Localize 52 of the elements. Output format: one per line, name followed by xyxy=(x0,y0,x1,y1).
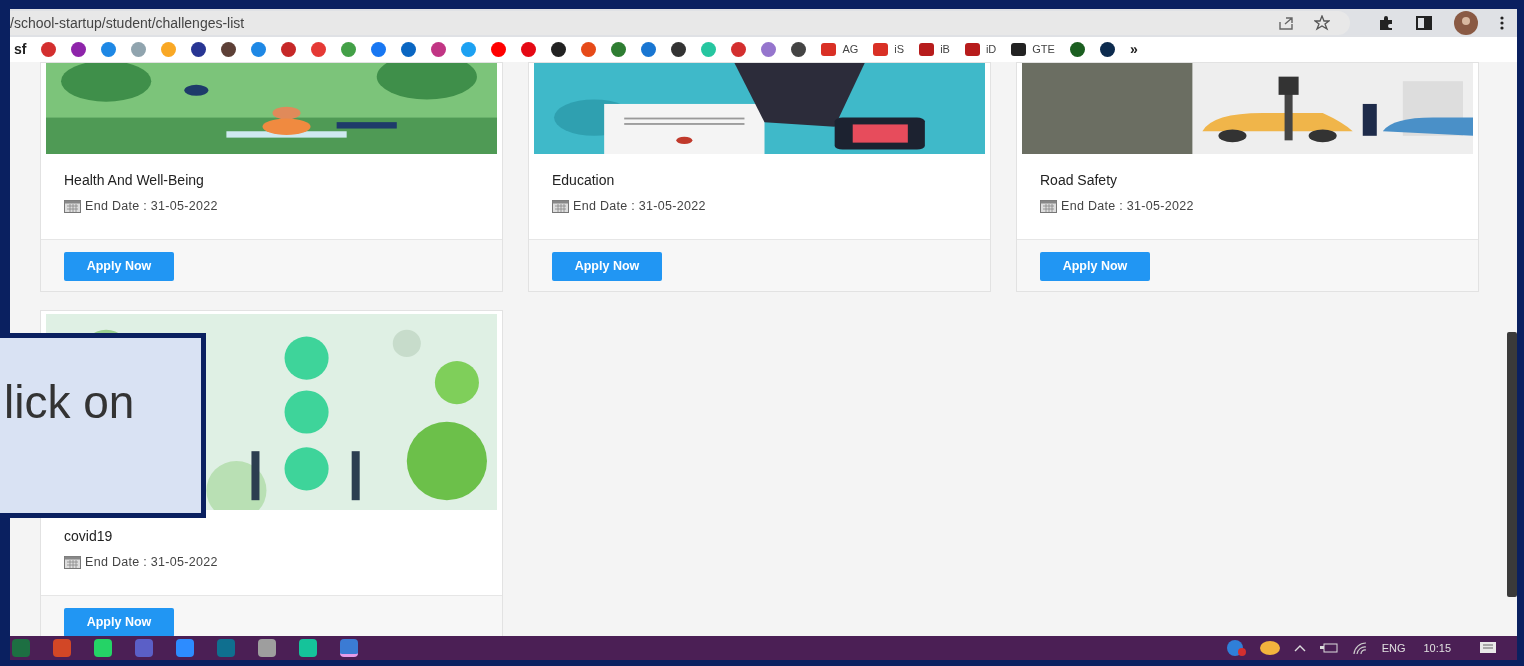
notification-icon[interactable] xyxy=(1479,641,1497,655)
end-date: End Date : 31-05-2022 xyxy=(1061,198,1194,215)
battery-icon[interactable] xyxy=(1319,643,1338,653)
menu-icon[interactable] xyxy=(1500,16,1504,30)
challenge-title: covid19 xyxy=(64,527,114,546)
bookmark-label: GTE xyxy=(1032,42,1055,58)
language-indicator[interactable]: ENG xyxy=(1381,639,1406,657)
bookmark-label[interactable]: » xyxy=(1129,39,1138,60)
bookmark-icon[interactable] xyxy=(1099,42,1115,57)
taskbar-app-icon[interactable] xyxy=(258,639,276,657)
taskbar-app-icon[interactable] xyxy=(94,639,112,657)
bookmark-item[interactable]: GTE xyxy=(1011,41,1055,58)
calendar-icon xyxy=(64,199,81,214)
bookmark-item[interactable]: iS xyxy=(873,41,905,58)
callout-text: lick on xyxy=(4,375,135,430)
address-bar[interactable]: /school-startup/student/challenges-list xyxy=(10,12,245,34)
share-icon[interactable] xyxy=(1278,16,1294,30)
challenge-title: Health And Well-Being xyxy=(64,171,205,190)
bookmark-item[interactable]: iB xyxy=(919,41,950,58)
clock[interactable]: 10:15 xyxy=(1423,639,1451,657)
bookmark-icon[interactable] xyxy=(191,42,207,57)
wifi-icon[interactable] xyxy=(1351,641,1368,655)
bookmark-icon[interactable] xyxy=(221,42,237,57)
scrollbar-thumb[interactable] xyxy=(1507,332,1517,597)
bookmark-label[interactable]: sf xyxy=(14,39,27,60)
end-date: End Date : 31-05-2022 xyxy=(85,554,218,571)
bookmark-icon[interactable] xyxy=(791,42,807,57)
bookmark-item[interactable]: AG xyxy=(821,41,859,58)
bookmark-icon[interactable] xyxy=(1069,42,1085,57)
bookmark-label: iB xyxy=(940,42,950,58)
bookmark-item[interactable]: iD xyxy=(964,41,997,58)
bookmark-icon[interactable] xyxy=(71,42,87,57)
taskbar-app-icon[interactable] xyxy=(340,639,358,657)
puzzle-icon[interactable] xyxy=(1378,15,1394,31)
bookmark-icon[interactable] xyxy=(551,42,567,57)
end-date: End Date : 31-05-2022 xyxy=(573,198,706,215)
bookmark-label: AG xyxy=(842,42,859,58)
challenge-title: Education xyxy=(552,171,616,190)
bookmark-label: iS xyxy=(894,42,905,58)
challenge-title: Road Safety xyxy=(1040,171,1119,190)
calendar-icon xyxy=(552,199,569,214)
end-date: End Date : 31-05-2022 xyxy=(85,198,218,215)
calendar-icon xyxy=(1040,199,1057,214)
taskbar-app-icon[interactable] xyxy=(299,639,317,657)
chevron-up-icon[interactable] xyxy=(1293,644,1306,652)
avatar-icon[interactable] xyxy=(1454,11,1478,35)
bookmark-icon[interactable] xyxy=(671,42,687,57)
bookmark-label: iD xyxy=(985,42,997,58)
sidebar-icon[interactable] xyxy=(1416,16,1432,30)
taskbar-app-icon[interactable] xyxy=(176,639,194,657)
star-icon[interactable] xyxy=(1314,15,1330,31)
calendar-icon xyxy=(64,555,81,570)
